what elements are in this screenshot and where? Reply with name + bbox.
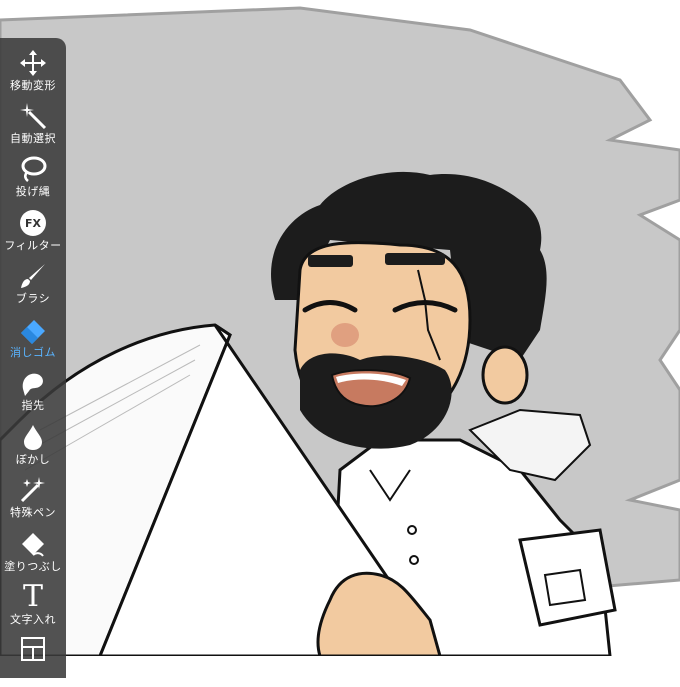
tool-text[interactable]: T 文字入れ [0, 582, 66, 635]
tool-label: フィルター [4, 239, 62, 252]
character-nose [331, 323, 359, 347]
tool-label: 文字入れ [10, 613, 56, 626]
text-icon: T [18, 582, 48, 612]
tool-brush[interactable]: ブラシ [0, 261, 66, 314]
character-ear [481, 345, 529, 405]
tool-frame[interactable] [0, 634, 66, 687]
magic-wand-icon [18, 101, 48, 131]
tool-label: ぼかし [15, 453, 51, 466]
smudge-icon [18, 368, 48, 398]
tool-auto-select[interactable]: 自動選択 [0, 101, 66, 154]
tool-smudge[interactable]: 指先 [0, 368, 66, 421]
blur-icon [18, 422, 48, 452]
tool-blur[interactable]: ぼかし [0, 422, 66, 475]
tool-filter[interactable]: FX フィルター [0, 208, 66, 261]
tool-eraser[interactable]: 消しゴム [0, 315, 66, 368]
move-icon [18, 48, 48, 78]
text-glyph: T [22, 579, 43, 614]
fx-icon: FX [18, 208, 48, 238]
tool-move-transform[interactable]: 移動変形 [0, 48, 66, 101]
tool-palette: 移動変形 自動選択 投げ縄 FX フィルター ブラシ 消しゴム 指先 ぼかし 特… [0, 38, 66, 678]
fill-icon [18, 529, 48, 559]
lasso-icon [18, 154, 48, 184]
brush-icon [18, 261, 48, 291]
eraser-icon [18, 315, 48, 345]
tool-special-pen[interactable]: 特殊ペン [0, 475, 66, 528]
drawing-canvas[interactable] [0, 0, 680, 656]
tool-label: 自動選択 [10, 132, 56, 145]
special-pen-icon [18, 475, 48, 505]
tool-label: 指先 [21, 399, 45, 412]
tool-label: 投げ縄 [15, 185, 51, 198]
fx-glyph: FX [20, 210, 46, 236]
tool-label: ブラシ [15, 292, 51, 305]
tool-fill[interactable]: 塗りつぶし [0, 529, 66, 582]
tool-label: 消しゴム [10, 346, 56, 359]
tool-label: 塗りつぶし [4, 560, 62, 573]
tool-lasso[interactable]: 投げ縄 [0, 154, 66, 207]
frame-icon [18, 634, 48, 664]
tool-label: 特殊ペン [10, 506, 56, 519]
tool-label: 移動変形 [10, 79, 56, 92]
